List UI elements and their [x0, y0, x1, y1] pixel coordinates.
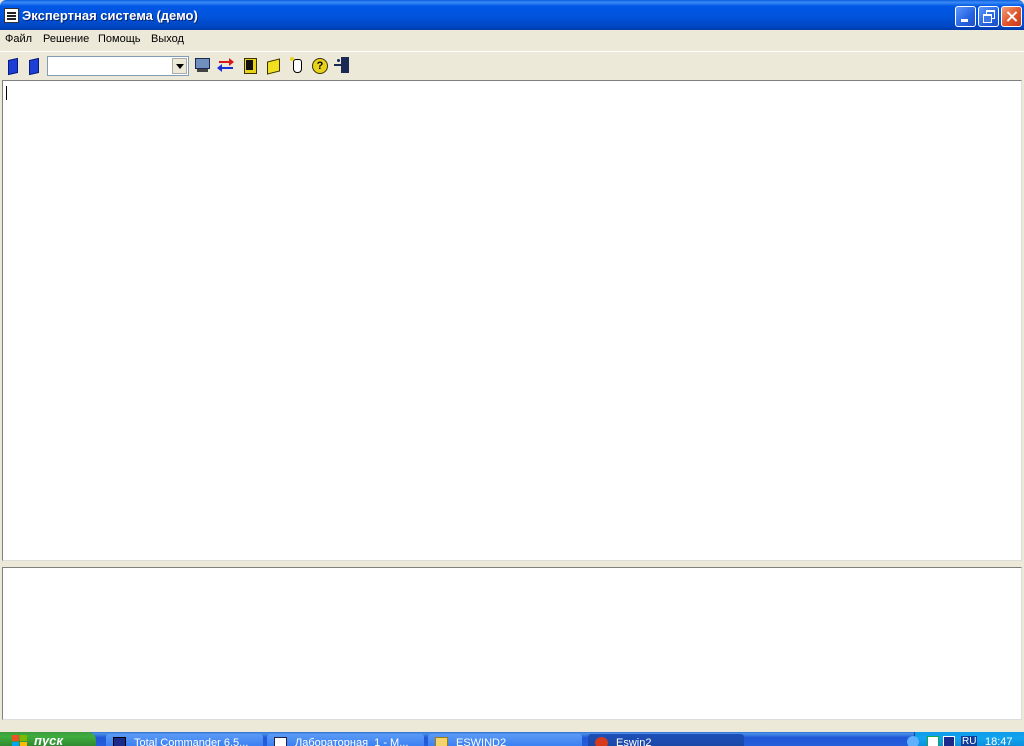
folder-icon	[435, 737, 448, 746]
text-caret	[6, 86, 7, 100]
editor-pane[interactable]	[2, 80, 1022, 561]
pointer-icon[interactable]	[287, 55, 307, 76]
network-icon[interactable]	[927, 736, 939, 746]
chevron-down-icon[interactable]	[172, 58, 187, 74]
media-icon[interactable]	[943, 736, 955, 746]
task-total-commander[interactable]: Total Commander 6.5...	[106, 734, 263, 746]
blue-book-icon[interactable]	[3, 55, 23, 76]
output-pane[interactable]	[2, 567, 1022, 720]
task-label: Total Commander 6.5...	[134, 737, 249, 746]
system-tray: RU 18:47	[907, 732, 1024, 746]
task-eswin2[interactable]: Eswin2	[588, 734, 744, 746]
yellow-book-icon[interactable]	[240, 55, 260, 76]
windows-logo-icon	[12, 735, 28, 746]
title-bar[interactable]: Экспертная система (демо)	[0, 0, 1024, 30]
app-icon	[595, 737, 608, 746]
task-label: ESWIND2	[456, 737, 507, 746]
blue-book-icon[interactable]	[24, 55, 44, 76]
help-icon[interactable]: ?	[309, 55, 329, 76]
menu-solution[interactable]: Решение	[43, 33, 89, 45]
clock[interactable]: 18:47	[985, 736, 1013, 746]
taskbar: пуск Total Commander 6.5... Лабораторная…	[0, 732, 1024, 746]
topic-combo[interactable]	[47, 56, 189, 76]
app-icon[interactable]	[4, 8, 19, 23]
yellow-box-icon[interactable]	[263, 55, 283, 76]
task-eswind2[interactable]: ESWIND2	[428, 734, 582, 746]
chevron-left-icon[interactable]	[907, 736, 919, 746]
language-indicator[interactable]: RU	[961, 736, 978, 746]
menu-exit[interactable]: Выход	[151, 33, 184, 45]
computer-icon[interactable]	[192, 55, 212, 76]
toolbar: ?	[0, 51, 1024, 79]
exit-icon[interactable]	[332, 55, 352, 76]
menu-bar: Файл Решение Помощь Выход	[0, 30, 1024, 49]
start-button[interactable]: пуск	[0, 732, 96, 746]
task-label: Eswin2	[616, 737, 652, 746]
floppy-icon	[113, 737, 126, 746]
swap-arrows-icon[interactable]	[216, 55, 236, 76]
restore-button[interactable]	[978, 6, 999, 27]
close-button[interactable]	[1001, 6, 1022, 27]
start-label: пуск	[34, 733, 63, 746]
menu-file[interactable]: Файл	[5, 33, 32, 45]
task-label: Лабораторная_1 - M...	[295, 737, 409, 746]
window-title: Экспертная система (демо)	[22, 8, 198, 23]
minimize-button[interactable]	[955, 6, 976, 27]
document-icon	[274, 737, 287, 746]
menu-help[interactable]: Помощь	[98, 33, 141, 45]
task-laboratory[interactable]: Лабораторная_1 - M...	[267, 734, 424, 746]
